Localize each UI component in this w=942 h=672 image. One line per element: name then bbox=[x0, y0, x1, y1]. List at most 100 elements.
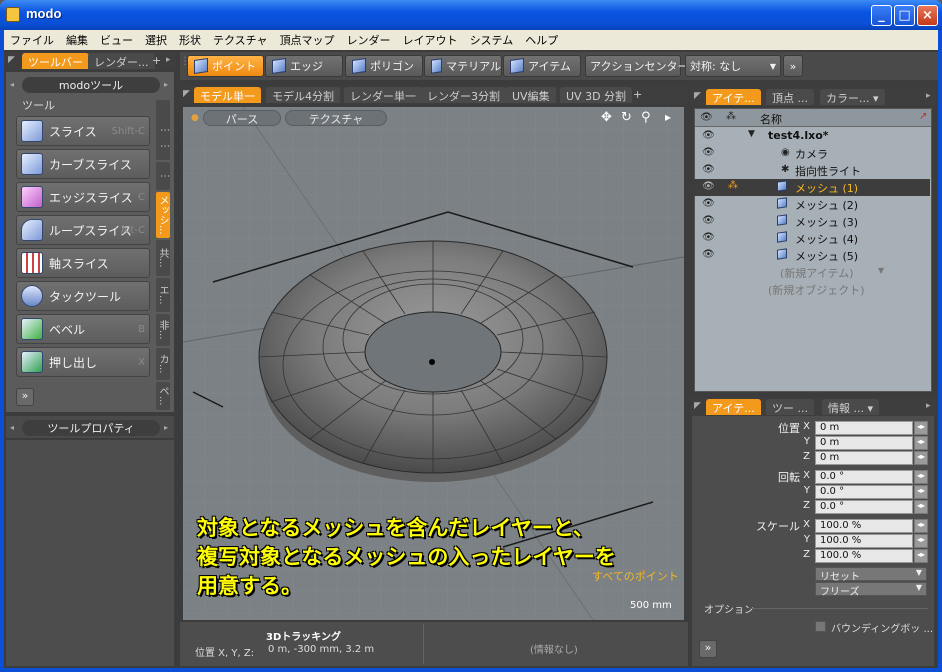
reset-dropdown[interactable]: リセット ▼ bbox=[815, 567, 927, 583]
scale-x-field[interactable]: 100.0 % bbox=[815, 519, 913, 533]
point-mode-button[interactable]: ポイント bbox=[187, 55, 264, 77]
view-collapse-icon[interactable]: ◤ bbox=[183, 89, 190, 99]
visibility-eye-icon[interactable]: 👁 bbox=[702, 249, 715, 260]
view-add-tab-button[interactable]: + bbox=[633, 88, 642, 101]
tool-slice-button[interactable]: スライス Shift-C bbox=[16, 116, 150, 146]
visibility-eye-icon[interactable]: 👁 bbox=[702, 147, 715, 158]
scale-y-spinner[interactable]: ◂▸ bbox=[914, 534, 928, 548]
tool-edge-slice-button[interactable]: エッジスライス C bbox=[16, 182, 150, 212]
menu-vertex-map[interactable]: 頂点マップ bbox=[274, 30, 341, 48]
vtab-curve[interactable]: カ... bbox=[156, 348, 170, 380]
close-button[interactable]: × bbox=[917, 5, 938, 26]
visibility-eye-icon[interactable]: 👁 bbox=[702, 181, 715, 192]
tab-item-props[interactable]: アイテ... bbox=[706, 399, 761, 415]
rotation-y-spinner[interactable]: ◂▸ bbox=[914, 485, 928, 499]
menu-texture[interactable]: テクスチャ bbox=[207, 30, 274, 48]
rotate-icon[interactable]: ↻ bbox=[621, 110, 632, 125]
vtab-mesh[interactable]: メッシ... bbox=[156, 192, 170, 238]
tool-axis-slice-button[interactable]: 軸スライス bbox=[16, 248, 150, 278]
rotation-x-field[interactable]: 0.0 ° bbox=[815, 470, 913, 484]
vtab-edge[interactable]: エ... bbox=[156, 278, 170, 312]
expand-arrow-icon[interactable]: ▼ bbox=[748, 129, 755, 139]
properties-collapse-icon[interactable]: ◤ bbox=[694, 401, 701, 411]
minimize-button[interactable]: _ bbox=[871, 5, 892, 26]
modo-tools-collapse-icon[interactable]: ◂ bbox=[10, 80, 14, 89]
list-item-camera[interactable]: ◉ カメラ 👁 bbox=[694, 145, 914, 162]
scale-z-field[interactable]: 100.0 % bbox=[815, 549, 913, 563]
tool-extrude-button[interactable]: 押し出し X bbox=[16, 347, 150, 377]
name-column-header[interactable]: 名称 bbox=[760, 111, 782, 127]
rotation-z-spinner[interactable]: ◂▸ bbox=[914, 500, 928, 514]
visibility-eye-icon[interactable]: 👁 bbox=[702, 232, 715, 243]
list-item-mesh-4[interactable]: 👁 メッシュ (4) bbox=[694, 230, 914, 247]
menu-system[interactable]: システム bbox=[464, 30, 520, 48]
visibility-eye-icon[interactable]: 👁 bbox=[702, 198, 715, 209]
perspective-button[interactable]: パース bbox=[203, 110, 281, 126]
left-more-button[interactable]: » bbox=[16, 388, 34, 406]
tab-uv-edit[interactable]: UV編集 bbox=[506, 87, 556, 103]
zoom-icon[interactable]: ⚲ bbox=[641, 110, 651, 125]
tab-info[interactable]: 情報 ... ▾ bbox=[822, 399, 880, 415]
tab-render-single[interactable]: レンダー単一 bbox=[344, 87, 422, 103]
position-x-field[interactable]: 0 m bbox=[815, 421, 913, 435]
tab-uv-3d-split[interactable]: UV 3D 分割 bbox=[560, 87, 633, 103]
tab-render-triple[interactable]: レンダー3分割 bbox=[421, 87, 506, 103]
edge-mode-button[interactable]: エッジ bbox=[265, 55, 343, 77]
item-list-collapse-icon[interactable]: ◤ bbox=[694, 91, 701, 101]
texture-button[interactable]: テクスチャ bbox=[285, 110, 387, 126]
position-z-field[interactable]: 0 m bbox=[815, 451, 913, 465]
visibility-eye-icon[interactable]: 👁 bbox=[702, 130, 715, 141]
position-y-field[interactable]: 0 m bbox=[815, 436, 913, 450]
position-x-spinner[interactable]: ◂▸ bbox=[914, 421, 928, 435]
visibility-eye-icon[interactable]: 👁 bbox=[702, 164, 715, 175]
menu-render[interactable]: レンダー bbox=[341, 30, 397, 48]
item-list-expand-icon[interactable]: ▸ bbox=[926, 91, 931, 101]
visibility-eye-icon[interactable]: 👁 bbox=[702, 215, 715, 226]
list-item-mesh-3[interactable]: 👁 メッシュ (3) bbox=[694, 213, 914, 230]
new-item-row[interactable]: (新規アイテム) ▼ bbox=[694, 264, 914, 281]
left-panel-collapse-icon[interactable]: ◤ bbox=[8, 55, 15, 65]
top-toolbar-more-button[interactable]: » bbox=[783, 55, 803, 77]
symmetry-dropdown[interactable]: 対称: なし ▼ bbox=[685, 55, 781, 77]
column-options-icon[interactable]: ↗ bbox=[919, 111, 927, 122]
tool-curve-slice-button[interactable]: カーブスライス bbox=[16, 149, 150, 179]
vtab-paint[interactable]: ペ... bbox=[156, 382, 170, 410]
viewport-menu-icon[interactable]: ● bbox=[191, 113, 199, 123]
menu-view[interactable]: ビュー bbox=[94, 30, 139, 48]
rotation-y-field[interactable]: 0.0 ° bbox=[815, 485, 913, 499]
scale-x-spinner[interactable]: ◂▸ bbox=[914, 519, 928, 533]
menu-geometry[interactable]: 形状 bbox=[173, 30, 207, 48]
modo-tools-expand-icon[interactable]: ▸ bbox=[164, 80, 168, 89]
viewport-expand-icon[interactable]: ▸ bbox=[665, 110, 671, 124]
material-mode-button[interactable]: マテリアル bbox=[424, 55, 502, 77]
menu-help[interactable]: ヘルプ bbox=[519, 30, 564, 48]
item-mode-button[interactable]: アイテム bbox=[503, 55, 581, 77]
position-z-spinner[interactable]: ◂▸ bbox=[914, 451, 928, 465]
freeze-dropdown[interactable]: フリーズ ▼ bbox=[815, 582, 927, 598]
tab-items[interactable]: アイテ... bbox=[706, 89, 761, 105]
tab-color[interactable]: カラー... ▾ bbox=[820, 89, 885, 105]
tab-model-single[interactable]: モデル単一 bbox=[194, 87, 261, 103]
list-item-directional-light[interactable]: 👁 ✱ 指向性ライト bbox=[694, 162, 914, 179]
tool-properties-header[interactable]: ツールプロパティ bbox=[22, 420, 160, 436]
tab-vertex[interactable]: 頂点 ... bbox=[766, 89, 814, 105]
scale-y-field[interactable]: 100.0 % bbox=[815, 534, 913, 548]
action-center-dropdown[interactable]: アクションセンター ▾ bbox=[585, 55, 697, 77]
menu-file[interactable]: ファイル bbox=[4, 30, 60, 48]
pan-icon[interactable]: ✥ bbox=[601, 110, 612, 125]
tab-tool-props[interactable]: ツー ... bbox=[766, 399, 814, 415]
vtab-3[interactable]: ⋮ bbox=[156, 162, 170, 190]
rotation-z-field[interactable]: 0.0 ° bbox=[815, 500, 913, 514]
list-item-mesh-1[interactable]: 👁 ⁂ メッシュ (1) bbox=[694, 179, 930, 196]
rotation-x-spinner[interactable]: ◂▸ bbox=[914, 470, 928, 484]
layer-lock-icon[interactable]: ⁂ bbox=[728, 180, 738, 191]
properties-more-button[interactable]: » bbox=[699, 640, 717, 658]
menu-edit[interactable]: 編集 bbox=[60, 30, 94, 48]
tool-tack-button[interactable]: タックツール bbox=[16, 281, 150, 311]
tool-props-expand-icon[interactable]: ▸ bbox=[164, 423, 168, 432]
menu-select[interactable]: 選択 bbox=[139, 30, 173, 48]
new-object-row[interactable]: (新規オブジェクト) bbox=[694, 281, 914, 298]
left-add-tab-button[interactable]: + bbox=[152, 54, 161, 67]
polygon-mode-button[interactable]: ポリゴン bbox=[345, 55, 423, 77]
list-item-scene[interactable]: 👁 ▼ test4.lxo* bbox=[694, 128, 914, 145]
